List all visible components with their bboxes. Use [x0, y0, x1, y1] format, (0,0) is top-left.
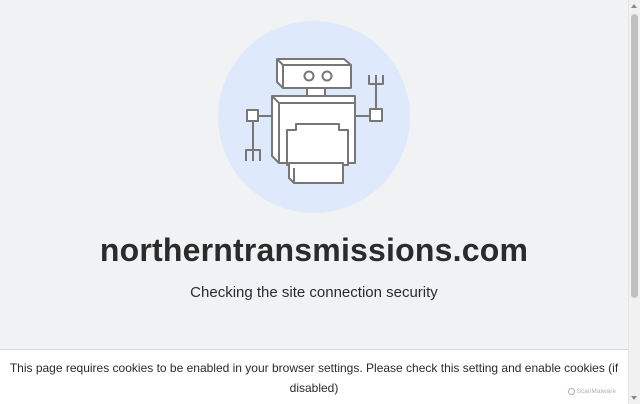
cookie-notice-text: This page requires cookies to be enabled… [9, 361, 619, 395]
scanmalware-logo-icon [567, 388, 575, 395]
robot-icon [218, 21, 410, 213]
cookie-notice-bar: This page requires cookies to be enabled… [0, 349, 628, 404]
scanmalware-badge[interactable]: ScanMalware [567, 388, 616, 395]
site-domain-title: northerntransmissions.com [99, 232, 529, 268]
robot-illustration [217, 20, 411, 214]
scrollbar-thumb[interactable] [631, 14, 638, 298]
security-check-status: Checking the site connection security [190, 284, 438, 301]
scroll-up-arrow-icon[interactable] [631, 4, 637, 8]
scroll-down-arrow-icon[interactable] [631, 396, 637, 400]
scanmalware-label: ScanMalware [576, 388, 616, 395]
vertical-scrollbar[interactable] [628, 0, 640, 404]
page: northerntransmissions.com Checking the s… [0, 0, 640, 404]
main-content: northerntransmissions.com Checking the s… [0, 0, 628, 350]
